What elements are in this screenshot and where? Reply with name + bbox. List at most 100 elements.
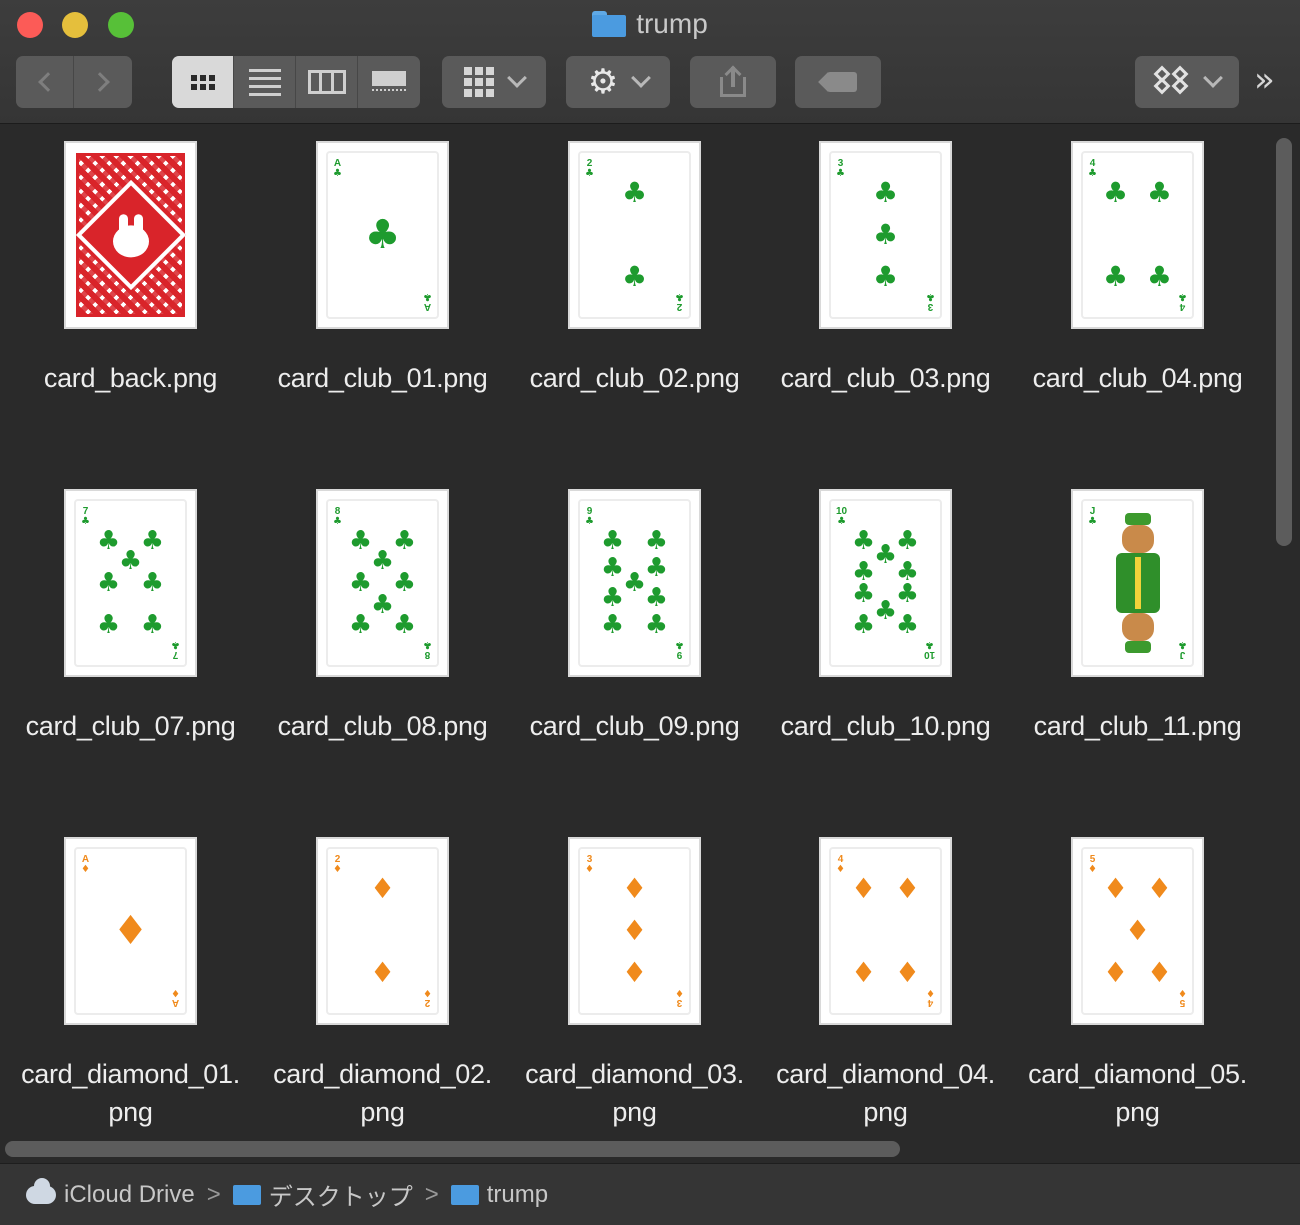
file-thumbnail[interactable]: 3 ♦ 3 ♦ ♦ ♦ ♦ — [568, 837, 701, 1025]
card-corner-index: J ♣ — [1088, 507, 1097, 527]
file-thumbnail[interactable]: 9 ♣ 9 ♣ ♣ ♣ ♣ ♣ ♣ ♣ ♣ ♣ ♣ — [568, 489, 701, 677]
card-corner-index: 9 ♣ — [585, 507, 594, 527]
file-name[interactable]: card_back.png — [5, 359, 256, 397]
card-corner-index: 3 ♦ — [585, 855, 594, 875]
file-thumbnail[interactable]: 3 ♣ 3 ♣ ♣ ♣ ♣ — [819, 141, 952, 329]
card-rank: 7 — [172, 649, 179, 660]
file-name[interactable]: card_club_03.png — [760, 359, 1011, 397]
card-corner-index: 10 ♣ — [836, 507, 847, 527]
toolbar-overflow-button[interactable]: » — [1254, 60, 1275, 100]
list-icon — [248, 68, 281, 96]
path-item-label: iCloud Drive — [64, 1180, 195, 1208]
file-thumbnail[interactable]: 2 ♣ 2 ♣ ♣ ♣ — [568, 141, 701, 329]
action-menu-button[interactable]: ⚙ — [566, 56, 670, 108]
file-name[interactable]: card_club_08.png — [257, 707, 508, 745]
club-icon: ♣ — [872, 260, 899, 294]
club-icon: ♣ — [423, 291, 432, 302]
file-name[interactable]: card_club_07.png — [5, 707, 256, 745]
icon-view-button[interactable] — [172, 56, 234, 108]
file-thumbnail[interactable] — [64, 141, 197, 329]
path-item-trump[interactable]: trump — [450, 1181, 548, 1209]
file-thumbnail[interactable]: 8 ♣ 8 ♣ ♣ ♣ ♣ ♣ ♣ ♣ ♣ ♣ — [316, 489, 449, 677]
club-icon: ♣ — [644, 582, 669, 613]
vertical-scrollbar[interactable] — [1276, 138, 1292, 546]
file-item[interactable]: 2 ♦ 2 ♦ ♦ ♦ card_diamond_02. png — [257, 837, 508, 1131]
file-name[interactable]: card_diamond_02. png — [257, 1055, 508, 1131]
card-corner-index: 3 ♣ — [926, 291, 935, 312]
file-name[interactable]: card_club_02.png — [509, 359, 760, 397]
gallery-view-button[interactable] — [358, 56, 420, 108]
file-item[interactable]: 4 ♣ 4 ♣ ♣ ♣ ♣ ♣ card_club_04.png — [1012, 141, 1263, 397]
file-item[interactable]: 2 ♣ 2 ♣ ♣ ♣ card_club_02.png — [509, 141, 760, 397]
group-by-button[interactable] — [442, 56, 546, 108]
club-icon: ♣ — [1103, 175, 1129, 209]
club-icon: ♣ — [81, 516, 90, 527]
icon-grid-icon — [190, 74, 215, 90]
file-thumbnail[interactable]: A ♦ A ♦ ♦ — [64, 837, 197, 1025]
file-name[interactable]: card_diamond_01. png — [5, 1055, 256, 1131]
club-icon: ♣ — [1178, 639, 1187, 650]
file-thumbnail[interactable]: 5 ♦ 5 ♦ ♦ ♦ ♦ ♦ ♦ — [1071, 837, 1204, 1025]
column-view-button[interactable] — [296, 56, 358, 108]
file-name[interactable]: card_club_09.png — [509, 707, 760, 745]
file-thumbnail[interactable]: 7 ♣ 7 ♣ ♣ ♣ ♣ ♣ ♣ ♣ ♣ — [64, 489, 197, 677]
file-thumbnail[interactable]: 2 ♦ 2 ♦ ♦ ♦ — [316, 837, 449, 1025]
card-rank: 9 — [676, 649, 683, 660]
diamond-icon: ♦ — [112, 908, 149, 954]
tag-button[interactable] — [795, 56, 881, 108]
path-item-icloud-drive[interactable]: iCloud Drive — [26, 1177, 195, 1209]
tag-icon — [818, 72, 857, 92]
horizontal-scrollbar[interactable] — [5, 1141, 900, 1157]
file-thumbnail[interactable]: A ♣ A ♣ ♣ — [316, 141, 449, 329]
file-item[interactable]: 8 ♣ 8 ♣ ♣ ♣ ♣ ♣ ♣ ♣ ♣ ♣ card_club_08.png — [257, 489, 508, 745]
file-item[interactable]: 4 ♦ 4 ♦ ♦ ♦ ♦ ♦ card_diamond_04. png — [760, 837, 1011, 1131]
club-icon: ♣ — [370, 590, 395, 621]
club-icon: ♣ — [675, 291, 684, 302]
diamond-icon: ♦ — [81, 864, 90, 875]
file-name[interactable]: card_club_10.png — [760, 707, 1011, 745]
dropbox-button[interactable] — [1135, 56, 1239, 108]
card-corner-index: 2 ♣ — [675, 291, 684, 312]
file-name[interactable]: card_club_04.png — [1012, 359, 1263, 397]
club-icon: ♣ — [333, 168, 342, 179]
file-item[interactable]: 3 ♦ 3 ♦ ♦ ♦ ♦ card_diamond_03. png — [509, 837, 760, 1131]
diamond-icon: ♦ — [621, 914, 648, 947]
back-button[interactable] — [16, 56, 74, 108]
card-rank: 4 — [1179, 301, 1186, 312]
chevron-down-icon — [631, 68, 652, 88]
list-view-button[interactable] — [234, 56, 296, 108]
path-bar: iCloud Drive > デスクトップ > trump — [0, 1163, 1300, 1225]
file-thumbnail[interactable]: 4 ♦ 4 ♦ ♦ ♦ ♦ ♦ — [819, 837, 952, 1025]
gallery-icon — [372, 70, 406, 94]
file-item[interactable]: A ♦ A ♦ ♦ card_diamond_01. png — [5, 837, 256, 1131]
file-item[interactable]: 10 ♣ 10 ♣ ♣ ♣ ♣ ♣ ♣ ♣ ♣ ♣ ♣ ♣ card_club_10.png — [760, 489, 1011, 745]
file-thumbnail[interactable]: 10 ♣ 10 ♣ ♣ ♣ ♣ ♣ ♣ ♣ ♣ ♣ ♣ ♣ — [819, 489, 952, 677]
file-item[interactable]: 9 ♣ 9 ♣ ♣ ♣ ♣ ♣ ♣ ♣ ♣ ♣ ♣ card_club_09.png — [509, 489, 760, 745]
file-item[interactable]: 5 ♦ 5 ♦ ♦ ♦ ♦ ♦ ♦ card_diamond_05. png — [1012, 837, 1263, 1131]
diamond-icon: ♦ — [894, 871, 920, 905]
share-button[interactable] — [690, 56, 776, 108]
club-icon: ♣ — [851, 525, 876, 556]
path-item-desktop[interactable]: デスクトップ — [232, 1177, 413, 1212]
file-name[interactable]: card_club_11.png — [1012, 707, 1263, 745]
columns-icon — [307, 70, 346, 94]
file-item[interactable]: 3 ♣ 3 ♣ ♣ ♣ ♣ card_club_03.png — [760, 141, 1011, 397]
club-icon: ♣ — [644, 525, 669, 556]
file-name[interactable]: card_diamond_03. png — [509, 1055, 760, 1131]
file-name[interactable]: card_club_01.png — [257, 359, 508, 397]
folder-icon — [232, 1184, 261, 1205]
file-item[interactable]: J ♣ J ♣ card_club_11.png — [1012, 489, 1263, 745]
club-icon: ♣ — [585, 168, 594, 179]
gear-icon: ⚙ — [587, 62, 619, 102]
file-name[interactable]: card_diamond_05. png — [1012, 1055, 1263, 1131]
file-item[interactable]: 7 ♣ 7 ♣ ♣ ♣ ♣ ♣ ♣ ♣ ♣ card_club_07.png — [5, 489, 256, 745]
forward-button[interactable] — [74, 56, 132, 108]
file-item[interactable]: A ♣ A ♣ ♣ card_club_01.png — [257, 141, 508, 397]
file-name[interactable]: card_diamond_04. png — [760, 1055, 1011, 1131]
file-thumbnail[interactable]: 4 ♣ 4 ♣ ♣ ♣ ♣ ♣ — [1071, 141, 1204, 329]
club-icon: ♣ — [924, 639, 934, 650]
diamond-icon: ♦ — [1124, 914, 1151, 947]
file-thumbnail[interactable]: J ♣ J ♣ — [1071, 489, 1204, 677]
navigation-buttons — [16, 56, 132, 108]
file-item[interactable]: card_back.png — [5, 141, 256, 397]
